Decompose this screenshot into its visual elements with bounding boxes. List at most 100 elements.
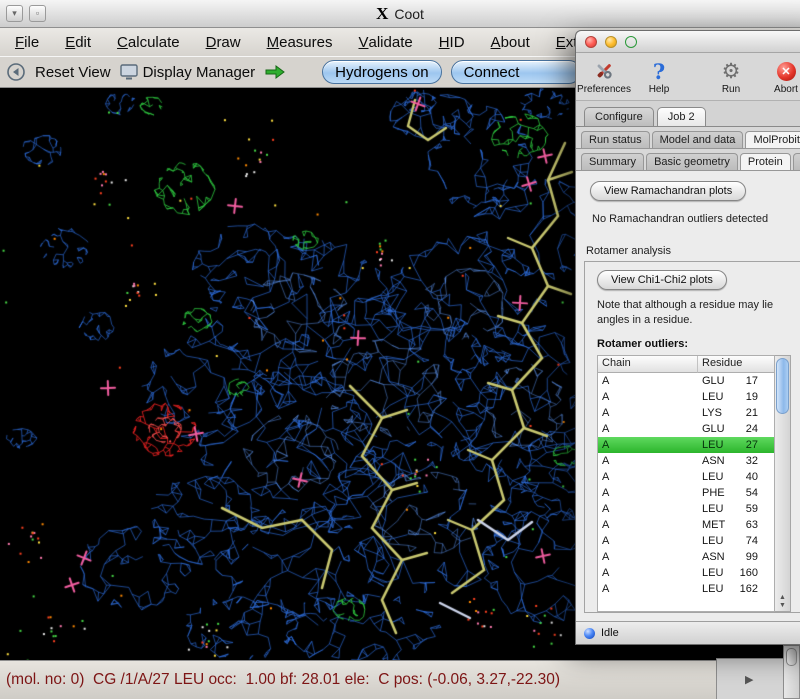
cell-residue-number: 27 xyxy=(734,439,774,451)
undo-view-icon[interactable] xyxy=(6,62,26,82)
cell-residue-name: LEU xyxy=(698,567,734,579)
menu-edit[interactable]: Edit xyxy=(52,28,104,56)
rotamer-outlier-row[interactable]: A ASN 32 xyxy=(598,453,774,469)
cell-chain: A xyxy=(598,567,698,579)
scrollbar-thumb[interactable] xyxy=(776,358,789,414)
rotamer-outlier-row[interactable]: A MET 63 xyxy=(598,517,774,533)
abort-x-icon: ✕ xyxy=(777,58,796,84)
window-shade-button[interactable]: ▫ xyxy=(29,5,46,22)
rotamer-outlier-row[interactable]: A LEU 19 xyxy=(598,389,774,405)
tab-clashes[interactable]: Clashes xyxy=(793,153,800,170)
cell-chain: A xyxy=(598,487,698,499)
window-title: X Coot xyxy=(376,4,424,24)
coot-titlebar[interactable]: ▾ ▫ X Coot xyxy=(0,0,800,28)
rotamer-table-scrollbar[interactable]: ▲▼ xyxy=(775,355,791,612)
minimize-icon[interactable] xyxy=(605,36,617,48)
menu-file[interactable]: File xyxy=(2,28,52,56)
rotamer-outlier-row[interactable]: A GLU 17 xyxy=(598,373,774,389)
rotamer-outlier-row[interactable]: A GLU 24 xyxy=(598,421,774,437)
cell-chain: A xyxy=(598,423,698,435)
status-orb-icon xyxy=(584,628,595,639)
column-header-chain[interactable]: Chain xyxy=(598,356,698,373)
cell-chain: A xyxy=(598,391,698,403)
menu-measures[interactable]: Measures xyxy=(254,28,346,56)
go-arrow-icon[interactable] xyxy=(264,64,286,80)
x11-logo-icon: X xyxy=(376,4,388,24)
cell-chain: A xyxy=(598,583,698,595)
cell-chain: A xyxy=(598,471,698,483)
tab-job-2[interactable]: Job 2 xyxy=(657,107,706,126)
tab-summary[interactable]: Summary xyxy=(581,153,644,170)
cell-residue-name: LEU xyxy=(698,535,734,547)
rotamer-outlier-row[interactable]: A LEU 27 xyxy=(598,437,774,453)
menu-hid[interactable]: HID xyxy=(426,28,478,56)
rotamer-outlier-row[interactable]: A ASN 99 xyxy=(598,549,774,565)
background-vertical-scrollbar[interactable] xyxy=(783,645,800,699)
protein-tab-content: View Ramachandran plots No Ramachandran … xyxy=(576,171,800,621)
close-icon[interactable] xyxy=(585,36,597,48)
rotamer-outlier-row[interactable]: A PHE 54 xyxy=(598,485,774,501)
cell-residue-number: 32 xyxy=(734,455,774,467)
job-tab-bar: Run status Model and data MolProbity xyxy=(576,127,800,149)
rotamer-outlier-row[interactable]: A LEU 162 xyxy=(598,581,774,597)
main-tab-bar: Configure Job 2 xyxy=(576,101,800,127)
display-manager-icon xyxy=(120,64,138,81)
rotamer-outlier-row[interactable]: A LEU 160 xyxy=(598,565,774,581)
abort-button[interactable]: ✕ Abort xyxy=(760,58,800,95)
tab-molprobity[interactable]: MolProbity xyxy=(745,131,800,148)
preferences-button[interactable]: Preferences xyxy=(578,58,630,95)
background-scroll-corner[interactable]: ▶ xyxy=(716,658,800,699)
cell-residue-number: 24 xyxy=(734,423,774,435)
rotamer-table: Chain Residue A GLU 17 A LEU 19 A LYS 21… xyxy=(597,355,775,612)
display-manager-button[interactable]: Display Manager xyxy=(120,64,256,81)
tab-basic-geometry[interactable]: Basic geometry xyxy=(646,153,738,170)
cell-residue-number: 162 xyxy=(734,583,774,595)
window-menu-button[interactable]: ▾ xyxy=(6,5,23,22)
phenix-titlebar[interactable] xyxy=(576,31,800,53)
tab-model-and-data[interactable]: Model and data xyxy=(652,131,744,148)
run-label: Run xyxy=(722,84,740,95)
background-scrollbar-thumb[interactable] xyxy=(786,648,797,666)
column-header-residue[interactable]: Residue xyxy=(698,356,774,373)
reset-view-button[interactable]: Reset View xyxy=(35,64,111,81)
cell-residue-number: 99 xyxy=(734,551,774,563)
run-button[interactable]: ⚙ Run xyxy=(705,58,757,95)
hydrogens-toggle-button[interactable]: Hydrogens on xyxy=(322,60,441,84)
cell-residue-number: 54 xyxy=(734,487,774,499)
tab-run-status[interactable]: Run status xyxy=(581,131,650,148)
cell-residue-number: 63 xyxy=(734,519,774,531)
rotamer-outlier-row[interactable]: A LYS 21 xyxy=(598,405,774,421)
zoom-icon[interactable] xyxy=(625,36,637,48)
rotamer-analysis-frame: View Chi1-Chi2 plots Note that although … xyxy=(584,261,800,613)
cell-residue-number: 40 xyxy=(734,471,774,483)
rotamer-outlier-row[interactable]: A LEU 74 xyxy=(598,533,774,549)
view-ramachandran-plots-button[interactable]: View Ramachandran plots xyxy=(590,181,746,201)
cell-residue-number: 59 xyxy=(734,503,774,515)
tab-configure[interactable]: Configure xyxy=(584,107,654,126)
coot-statusbar: (mol. no: 0) CG /1/A/27 LEU occ: 1.00 bf… xyxy=(0,660,800,699)
scrollbar-arrows-icon[interactable]: ▲▼ xyxy=(775,594,790,610)
view-chi1-chi2-plots-button[interactable]: View Chi1-Chi2 plots xyxy=(597,270,727,290)
connect-toggle-button[interactable]: Connect xyxy=(451,60,581,84)
window-title-text: Coot xyxy=(394,6,424,22)
cell-residue-name: LEU xyxy=(698,439,734,451)
cell-residue-number: 160 xyxy=(734,567,774,579)
rotamer-outlier-row[interactable]: A LEU 59 xyxy=(598,501,774,517)
abort-label: Abort xyxy=(774,84,798,95)
cell-residue-number: 19 xyxy=(734,391,774,403)
cell-chain: A xyxy=(598,375,698,387)
menu-calculate[interactable]: Calculate xyxy=(104,28,193,56)
cell-chain: A xyxy=(598,503,698,515)
preferences-label: Preferences xyxy=(577,84,631,95)
rotamer-outlier-row[interactable]: A LEU 40 xyxy=(598,469,774,485)
rotamer-table-body: A GLU 17 A LEU 19 A LYS 21 A GLU 24 A LE… xyxy=(598,373,774,611)
help-button[interactable]: ? Help xyxy=(633,58,685,95)
menu-about[interactable]: About xyxy=(478,28,543,56)
tab-protein[interactable]: Protein xyxy=(740,153,791,170)
cell-residue-name: ASN xyxy=(698,455,734,467)
menu-validate[interactable]: Validate xyxy=(345,28,425,56)
rotamer-note-line2: angles in a residue. xyxy=(597,313,800,328)
scroll-right-arrow-icon[interactable]: ▶ xyxy=(745,673,753,686)
menu-draw[interactable]: Draw xyxy=(193,28,254,56)
reset-view-label: Reset View xyxy=(35,64,111,81)
